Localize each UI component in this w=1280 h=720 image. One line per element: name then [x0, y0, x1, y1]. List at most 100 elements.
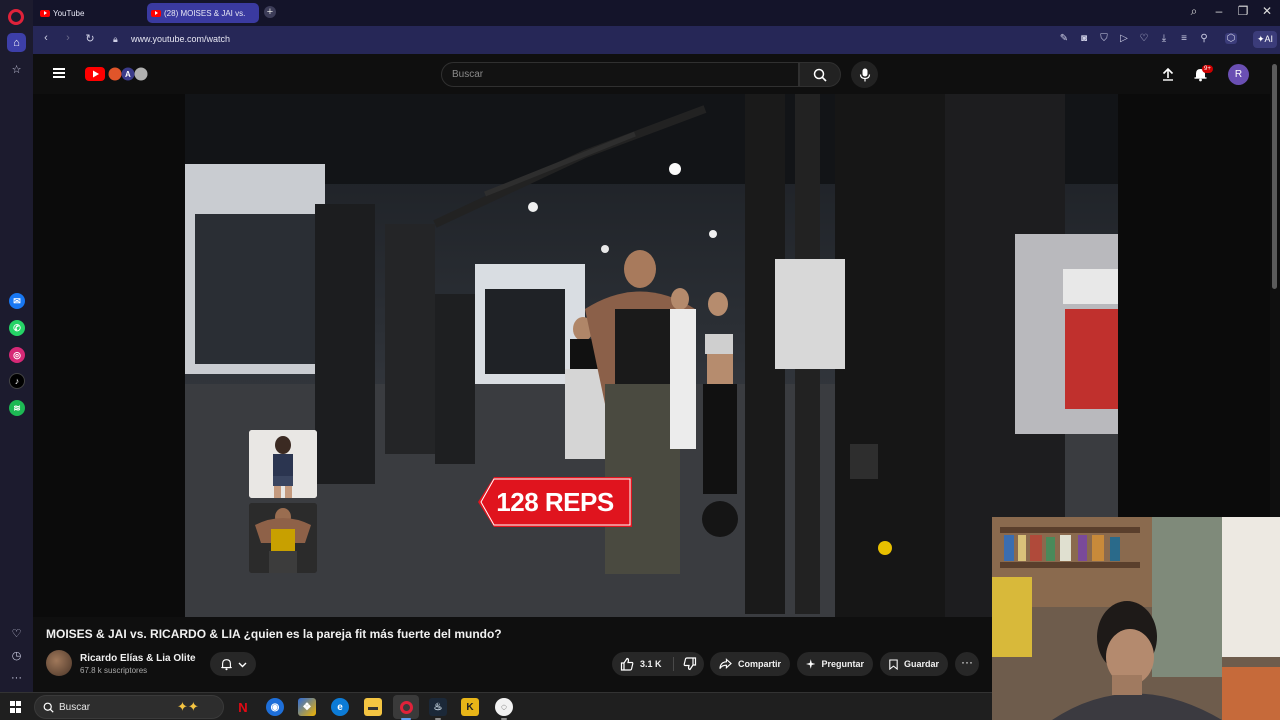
download-icon[interactable]: ⤓ [1158, 33, 1170, 44]
inset-thumbnail-man [249, 503, 317, 573]
whatsapp-icon[interactable]: ✆ [9, 320, 25, 336]
instagram-icon[interactable]: ◎ [9, 347, 25, 363]
more-actions-button[interactable]: ··· [955, 652, 979, 676]
scrollbar-thumb[interactable] [1272, 64, 1277, 289]
search-icon [43, 702, 54, 713]
inset-image [249, 430, 317, 498]
video-title: MOISES & JAI vs. RICARDO & LIA ¿quien es… [46, 627, 502, 641]
edit-icon[interactable]: ✎ [1058, 33, 1070, 44]
thumbs-down-icon [683, 657, 697, 671]
youtube-header: A Buscar 9+ R [33, 54, 1270, 94]
ask-label: Preguntar [821, 659, 864, 669]
camera-icon[interactable]: ◙ [1078, 33, 1090, 44]
opera-logo-icon[interactable] [8, 9, 24, 25]
copilot-icon[interactable]: ❖ [298, 698, 316, 716]
tab-title: YouTube [53, 8, 85, 18]
home-icon[interactable]: ⌂ [7, 33, 26, 52]
url-field[interactable]: www.youtube.com/watch [131, 34, 230, 44]
netflix-icon[interactable]: N [234, 698, 252, 716]
aria-ai-button[interactable]: ✦AI [1253, 31, 1278, 48]
shield-icon[interactable]: ⛉ [1098, 33, 1110, 44]
search-highlight-icon: ✦✦ [177, 699, 199, 714]
tiktok-icon[interactable]: ♪ [9, 373, 25, 389]
dislike-button[interactable] [676, 652, 704, 676]
restore-icon[interactable]: ❐ [1234, 4, 1252, 18]
kindle-app-icon[interactable]: K [461, 698, 479, 716]
heart-icon[interactable]: ♡ [1138, 33, 1150, 44]
account-avatar[interactable]: R [1228, 64, 1249, 85]
bookmark-star-icon[interactable]: ☆ [7, 60, 26, 79]
like-dislike-group: 3.1 K [612, 652, 704, 676]
guide-menu-icon[interactable] [53, 68, 65, 78]
bell-icon [220, 658, 232, 670]
share-button[interactable]: Compartir [710, 652, 790, 676]
like-button[interactable]: 3.1 K [612, 652, 672, 676]
subscriber-count: 67.8 k suscriptores [80, 666, 148, 675]
opera-taskbar-icon[interactable] [393, 695, 419, 719]
svg-text:A: A [125, 70, 131, 79]
youtube-logo[interactable]: A [85, 66, 151, 82]
webcam-overlay [992, 517, 1280, 720]
tab-title: (28) MOISES & JAI vs. [164, 8, 246, 18]
upload-icon [1162, 67, 1174, 81]
ai-label: AI [1264, 34, 1274, 44]
chevron-down-icon [238, 662, 246, 667]
back-icon[interactable]: ‹ [39, 32, 53, 44]
youtube-favicon-icon [151, 9, 161, 17]
save-label: Guardar [903, 659, 939, 669]
voice-search-button[interactable] [851, 61, 878, 88]
edge-icon[interactable]: e [331, 698, 349, 716]
channel-avatar[interactable] [46, 650, 72, 676]
taskbar-search[interactable]: Buscar ✦✦ [34, 695, 224, 719]
tab-search-icon[interactable]: ⌕ [1185, 4, 1203, 19]
tab-strip: YouTube (28) MOISES & JAI vs. + ⌕ – ❐ ✕ [33, 0, 1280, 26]
inset-image [249, 503, 317, 573]
thumbs-up-icon [620, 657, 634, 671]
extensions-icon[interactable]: ⬡ [1225, 33, 1237, 44]
reps-counter-overlay: 128 REPS [478, 477, 632, 527]
save-button[interactable]: Guardar [880, 652, 948, 676]
youtube-favicon-icon [40, 9, 50, 17]
file-explorer-icon[interactable]: ▬ [364, 698, 382, 716]
search-icon [813, 68, 827, 82]
windows-start-icon[interactable] [10, 701, 22, 713]
upload-button[interactable] [1158, 64, 1178, 84]
video-frame[interactable]: 128 REPS [185, 94, 1118, 617]
reload-icon[interactable]: ↻ [83, 32, 97, 45]
search-input[interactable] [442, 63, 798, 86]
heart-icon[interactable]: ♡ [7, 624, 26, 643]
webcam-image [992, 517, 1280, 720]
sparkle-icon [806, 659, 816, 669]
like-count: 3.1 K [640, 659, 662, 669]
microphone-icon [859, 68, 870, 81]
opera-sidebar: ⌂ ☆ ✉ ✆ ◎ ♪ ≋ ♡ ◷ ··· [0, 0, 33, 692]
search-button[interactable] [799, 62, 841, 87]
spotify-icon[interactable]: ≋ [9, 400, 25, 416]
reps-text: 128 REPS [496, 486, 614, 517]
share-icon [719, 658, 732, 669]
bookmark-icon [889, 658, 898, 670]
forward-icon[interactable]: › [61, 32, 75, 44]
channel-name[interactable]: Ricardo Elías & Lia Olite [80, 653, 196, 664]
video-scene-image [185, 94, 1118, 617]
ask-button[interactable]: Preguntar [797, 652, 873, 676]
search-field[interactable] [441, 62, 799, 87]
messenger-icon[interactable]: ✉ [9, 293, 25, 309]
new-tab-button[interactable]: + [264, 6, 276, 18]
address-bar: ‹ › ↻ 🔒︎ www.youtube.com/watch ✎ ◙ ⛉ ▷ ♡… [33, 26, 1280, 54]
minimize-icon[interactable]: – [1210, 4, 1228, 18]
tab-video[interactable]: (28) MOISES & JAI vs. [147, 3, 259, 23]
browser-app-icon[interactable]: ◉ [266, 698, 284, 716]
profile-icon[interactable]: ⚲ [1198, 33, 1210, 44]
lock-icon: 🔒︎ [113, 34, 118, 44]
menu-icon[interactable]: ≡ [1178, 33, 1190, 44]
inset-thumbnail-woman [249, 430, 317, 498]
subscription-bell-button[interactable] [210, 652, 256, 676]
obs-icon[interactable]: ◌ [495, 698, 513, 716]
steam-icon[interactable]: ♨ [429, 698, 447, 716]
more-options-icon[interactable]: ··· [7, 668, 26, 687]
tab-youtube[interactable]: YouTube [36, 3, 144, 23]
play-icon[interactable]: ▷ [1118, 33, 1130, 44]
history-icon[interactable]: ◷ [7, 646, 26, 665]
close-icon[interactable]: ✕ [1258, 4, 1276, 18]
